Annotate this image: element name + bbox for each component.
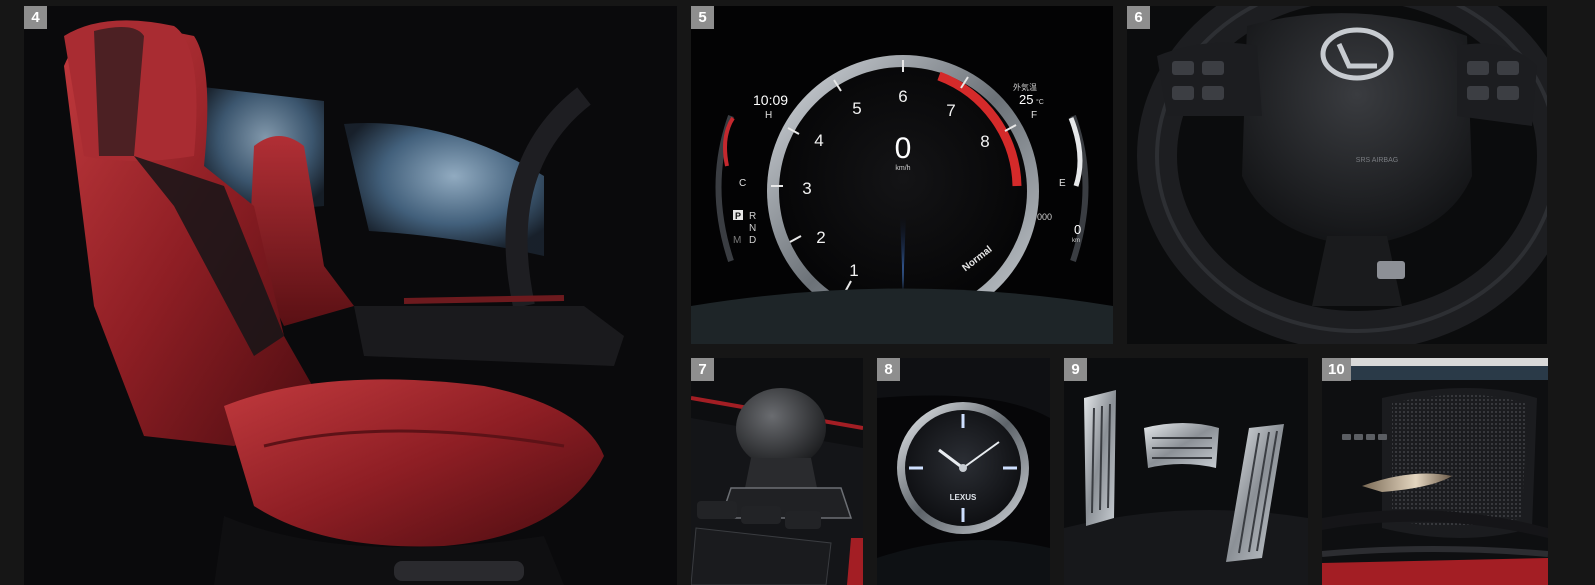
gear-reverse: R bbox=[749, 211, 756, 222]
outside-temp-unit: °C bbox=[1036, 98, 1044, 106]
door-trim-illustration bbox=[1322, 358, 1548, 585]
gear-manual: M bbox=[733, 235, 741, 246]
gear-drive: D bbox=[749, 235, 756, 246]
shift-lever-illustration bbox=[691, 358, 863, 585]
photo-instrument-cluster: 1 2 3 4 5 6 7 8 0 km/h Normal 10:09 H C … bbox=[691, 6, 1113, 344]
photo-front-seats: 4 bbox=[24, 6, 677, 585]
tach-mark-7: 7 bbox=[946, 101, 955, 120]
trip-readout: 0 bbox=[1074, 222, 1081, 237]
panel-number-badge: 10 bbox=[1322, 358, 1351, 381]
photo-analog-clock: LEXUS 8 bbox=[877, 358, 1050, 585]
steering-wheel-illustration: SRS AIRBAG bbox=[1127, 6, 1547, 344]
panel-number-badge: 4 bbox=[24, 6, 47, 29]
panel-number-badge: 9 bbox=[1064, 358, 1087, 381]
panel-number-badge: 6 bbox=[1127, 6, 1150, 29]
clock-time: 10:09 bbox=[753, 92, 788, 108]
fuel-empty: E bbox=[1059, 178, 1066, 189]
panel-number-badge: 7 bbox=[691, 358, 714, 381]
tach-mark-6: 6 bbox=[898, 87, 907, 106]
trip-unit: km bbox=[1072, 238, 1080, 244]
seats-illustration bbox=[24, 6, 677, 585]
panel-number-badge: 8 bbox=[877, 358, 900, 381]
outside-temp-label: 外気温 bbox=[1013, 82, 1037, 92]
gear-park: P bbox=[735, 211, 741, 221]
analog-clock-illustration: LEXUS bbox=[877, 358, 1050, 585]
fuel-full: F bbox=[1031, 110, 1037, 121]
photo-door-trim: 10 bbox=[1322, 358, 1548, 585]
photo-pedals: 9 bbox=[1064, 358, 1308, 585]
tach-mark-5: 5 bbox=[852, 99, 861, 118]
odometer: 000 bbox=[1037, 212, 1052, 222]
tach-mark-1: 1 bbox=[849, 261, 858, 280]
water-temp-high: H bbox=[765, 110, 772, 121]
photo-steering-wheel: SRS AIRBAG 6 bbox=[1127, 6, 1547, 344]
speed-readout: 0 bbox=[895, 132, 912, 165]
speed-unit: km/h bbox=[895, 165, 910, 172]
water-temp-low: C bbox=[739, 178, 746, 189]
instrument-cluster-illustration: 1 2 3 4 5 6 7 8 0 km/h Normal 10:09 H C … bbox=[691, 6, 1113, 344]
gear-neutral: N bbox=[749, 223, 756, 234]
tach-mark-4: 4 bbox=[814, 131, 823, 150]
pedals-illustration bbox=[1064, 358, 1308, 585]
tach-mark-2: 2 bbox=[816, 228, 825, 247]
airbag-label: SRS AIRBAG bbox=[1356, 157, 1398, 164]
panel-number-badge: 5 bbox=[691, 6, 714, 29]
photo-shift-lever: 7 bbox=[691, 358, 863, 585]
tach-mark-3: 3 bbox=[802, 179, 811, 198]
tach-mark-8: 8 bbox=[980, 132, 989, 151]
clock-brand: LEXUS bbox=[950, 493, 977, 502]
outside-temp-value: 25 bbox=[1019, 92, 1033, 107]
